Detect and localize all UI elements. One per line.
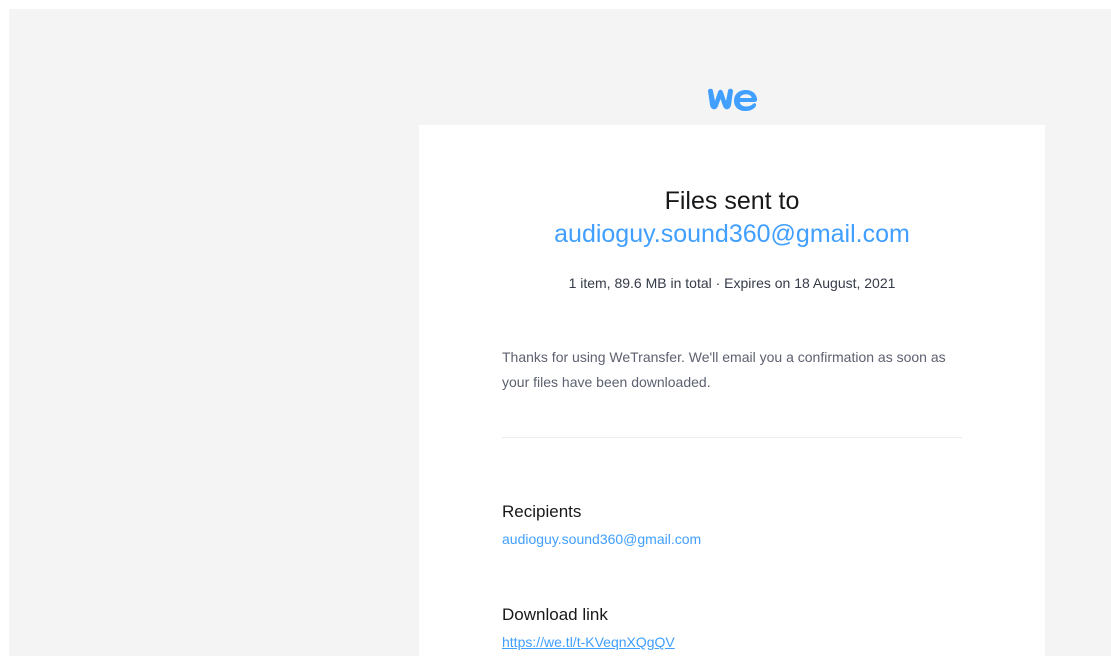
page-title: Files sent to <box>664 187 800 215</box>
transfer-summary: 1 item, 89.6 MB in total · Expires on 18… <box>568 275 896 291</box>
download-link[interactable]: https://we.tl/t-KVeqnXQgQV <box>502 634 675 650</box>
confirmation-message: Thanks for using WeTransfer. We'll email… <box>502 349 946 390</box>
download-link-heading: Download link <box>502 605 608 624</box>
transfer-confirmation-card: Files sent to audioguy.sound360@gmail.co… <box>419 125 1045 656</box>
recipient-email-link[interactable]: audioguy.sound360@gmail.com <box>502 531 701 547</box>
recipients-heading: Recipients <box>502 502 582 521</box>
recipient-email-title[interactable]: audioguy.sound360@gmail.com <box>419 220 1045 249</box>
section-divider <box>502 437 962 438</box>
wetransfer-logo-icon <box>708 88 758 111</box>
email-background: Files sent to audioguy.sound360@gmail.co… <box>9 9 1111 656</box>
